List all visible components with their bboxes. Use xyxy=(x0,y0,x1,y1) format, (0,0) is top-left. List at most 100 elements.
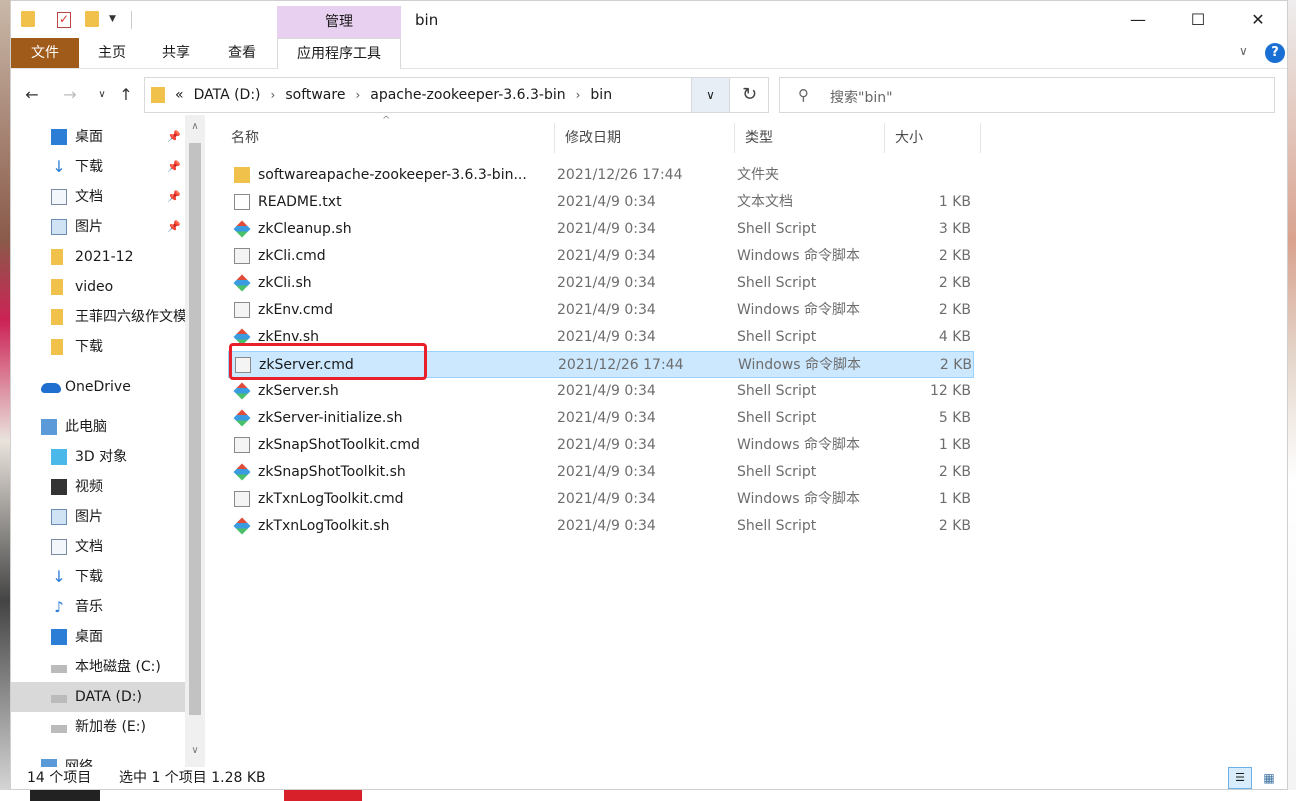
file-size: 3 KB xyxy=(938,221,971,237)
folder-icon[interactable] xyxy=(21,11,39,29)
sidebar-item-label: 文档 xyxy=(75,539,103,555)
sidebar-item-drive-e[interactable]: 新加卷 (E:) xyxy=(11,712,185,742)
file-row[interactable]: zkSnapShotToolkit.sh 2021/4/9 0:34 Shell S… xyxy=(228,459,974,486)
sidebar-item-desktop-pinned[interactable]: 桌面 📌 xyxy=(11,122,185,152)
this-pc-icon xyxy=(41,419,57,435)
tab-view[interactable]: 查看 xyxy=(217,38,267,68)
file-date: 2021/4/9 0:34 xyxy=(557,464,656,480)
sidebar-item-downloads-pinned[interactable]: ↓ 下载 📌 xyxy=(11,152,185,182)
file-name: zkTxnLogToolkit.sh xyxy=(258,518,390,534)
sidebar-item-desktop[interactable]: 桌面 xyxy=(11,622,185,652)
details-view-icon[interactable]: ☰ xyxy=(1228,767,1252,789)
breadcrumb-item[interactable]: software xyxy=(285,87,345,103)
expand-ribbon-icon[interactable]: ∨ xyxy=(1239,44,1248,58)
pin-icon[interactable]: 📌 xyxy=(167,152,181,182)
chevron-right-icon[interactable]: › xyxy=(355,88,360,102)
tab-application-tools[interactable]: 应用程序工具 xyxy=(277,38,401,69)
minimize-button[interactable]: — xyxy=(1108,1,1168,39)
shell-script-icon xyxy=(233,220,251,238)
sidebar-item-2021-12[interactable]: 2021-12 xyxy=(11,242,185,272)
folder-icon xyxy=(151,87,165,103)
address-dropdown-button[interactable]: ∨ xyxy=(691,78,729,112)
file-row[interactable]: softwareapache-zookeeper-3.6.3-bin... 202… xyxy=(228,162,974,189)
file-type: Shell Script xyxy=(737,410,817,426)
search-input[interactable]: ⚲ 搜索"bin" xyxy=(779,77,1275,113)
breadcrumb-overflow[interactable]: « xyxy=(175,87,184,103)
column-header-size[interactable]: 大小 xyxy=(885,123,981,153)
selection-info: 选中 1 个项目 1.28 KB xyxy=(119,770,266,786)
sidebar-item-documents-pinned[interactable]: 文档 📌 xyxy=(11,182,185,212)
close-button[interactable]: ✕ xyxy=(1228,1,1288,39)
pin-icon[interactable]: 📌 xyxy=(167,122,181,152)
file-row[interactable]: zkTxnLogToolkit.cmd 2021/4/9 0:34 Windows … xyxy=(228,486,974,513)
maximize-button[interactable]: ☐ xyxy=(1168,1,1228,39)
up-button[interactable]: ↑ xyxy=(115,83,137,107)
background-left xyxy=(0,0,10,801)
file-row[interactable]: zkCleanup.sh 2021/4/9 0:34 Shell Script 3 K… xyxy=(228,216,974,243)
column-header-type[interactable]: 类型 xyxy=(735,123,885,153)
large-icons-view-icon[interactable]: ▦ xyxy=(1257,767,1281,789)
chevron-right-icon[interactable]: › xyxy=(576,88,581,102)
file-row[interactable]: zkServer.sh 2021/4/9 0:34 Shell Script 12 K… xyxy=(228,378,974,405)
sidebar-item-pictures-pinned[interactable]: 图片 📌 xyxy=(11,212,185,242)
sidebar-item-drive-c[interactable]: 本地磁盘 (C:) xyxy=(11,652,185,682)
sidebar-item-3d-objects[interactable]: 3D 对象 xyxy=(11,442,185,472)
folder-icon xyxy=(51,339,63,355)
forward-button[interactable]: → xyxy=(59,83,81,107)
file-type: Windows 命令脚本 xyxy=(737,437,860,453)
file-size: 2 KB xyxy=(938,464,971,480)
sidebar-item-downloads-folder[interactable]: 下载 xyxy=(11,332,185,362)
file-date: 2021/4/9 0:34 xyxy=(557,518,656,534)
drive-icon xyxy=(51,725,67,733)
window-title: bin xyxy=(415,11,439,29)
file-name: zkEnv.cmd xyxy=(258,302,334,318)
tab-file[interactable]: 文件 xyxy=(11,38,79,68)
help-icon[interactable]: ? xyxy=(1265,43,1285,63)
sidebar-item-onedrive[interactable]: OneDrive xyxy=(11,372,185,402)
sidebar-item-this-pc[interactable]: 此电脑 xyxy=(11,412,185,442)
scroll-up-icon[interactable]: ∧ xyxy=(185,121,205,132)
recent-locations-button[interactable]: ∨ xyxy=(91,83,113,107)
new-folder-icon[interactable] xyxy=(85,11,103,29)
sidebar-item-drive-d[interactable]: DATA (D:) xyxy=(11,682,185,712)
sidebar-scrollbar[interactable]: ∧ ∨ xyxy=(185,115,205,767)
sidebar-item-label: 此电脑 xyxy=(65,419,107,435)
file-row[interactable]: zkCli.sh 2021/4/9 0:34 Shell Script 2 KB xyxy=(228,270,974,297)
pin-icon[interactable]: 📌 xyxy=(167,212,181,242)
breadcrumb-item[interactable]: DATA (D:) xyxy=(194,87,261,103)
breadcrumb-item[interactable]: bin xyxy=(590,87,612,103)
refresh-button[interactable]: ↻ xyxy=(729,78,769,112)
file-row[interactable]: zkServer-initialize.sh 2021/4/9 0:34 Shell… xyxy=(228,405,974,432)
file-name: zkCleanup.sh xyxy=(258,221,352,237)
tab-share[interactable]: 共享 xyxy=(151,38,201,68)
address-bar[interactable]: « DATA (D:) › software › apache-zookeepe… xyxy=(144,77,769,113)
properties-icon[interactable]: ✓ xyxy=(57,11,75,29)
sidebar-item-music[interactable]: ♪ 音乐 xyxy=(11,592,185,622)
file-name: zkSnapShotToolkit.cmd xyxy=(258,437,420,453)
file-row[interactable]: zkSnapShotToolkit.cmd 2021/4/9 0:34 Window… xyxy=(228,432,974,459)
column-header-name[interactable]: 名称 xyxy=(221,123,555,153)
file-row[interactable]: README.txt 2021/4/9 0:34 文本文档 1 KB xyxy=(228,189,974,216)
quick-access-dropdown-icon[interactable]: ▼ xyxy=(109,14,127,32)
tab-home[interactable]: 主页 xyxy=(87,38,137,68)
sidebar-item-downloads[interactable]: ↓ 下载 xyxy=(11,562,185,592)
file-row[interactable]: zkCli.cmd 2021/4/9 0:34 Windows 命令脚本 2 KB xyxy=(228,243,974,270)
file-row[interactable]: zkEnv.cmd 2021/4/9 0:34 Windows 命令脚本 2 KB xyxy=(228,297,974,324)
back-button[interactable]: ← xyxy=(21,83,43,107)
chevron-right-icon[interactable]: › xyxy=(271,88,276,102)
scroll-down-icon[interactable]: ∨ xyxy=(185,745,205,756)
column-header-date[interactable]: 修改日期 xyxy=(555,123,735,153)
sidebar-item-pictures[interactable]: 图片 xyxy=(11,502,185,532)
file-row[interactable]: zkTxnLogToolkit.sh 2021/4/9 0:34 Shell Scr… xyxy=(228,513,974,540)
breadcrumb-item[interactable]: apache-zookeeper-3.6.3-bin xyxy=(370,87,565,103)
sidebar-item-essay-folder[interactable]: 王菲四六级作文模 xyxy=(11,302,185,332)
folder-icon xyxy=(51,249,63,265)
sidebar-item-videos[interactable]: 视频 xyxy=(11,472,185,502)
file-name: zkCli.sh xyxy=(258,275,312,291)
scrollbar-thumb[interactable] xyxy=(189,143,201,715)
sidebar-item-video[interactable]: video xyxy=(11,272,185,302)
pin-icon[interactable]: 📌 xyxy=(167,182,181,212)
file-date: 2021/4/9 0:34 xyxy=(557,194,656,210)
manage-tab[interactable]: 管理 xyxy=(277,6,401,38)
sidebar-item-documents[interactable]: 文档 xyxy=(11,532,185,562)
